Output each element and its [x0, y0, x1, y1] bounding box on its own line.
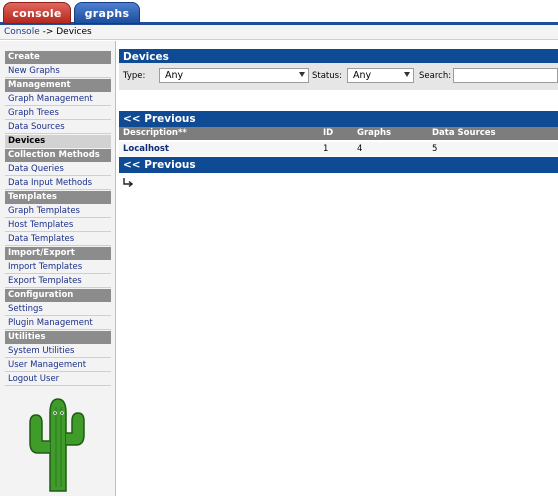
breadcrumb: Console -> Devices [0, 25, 558, 40]
device-data-sources: 5 [432, 144, 438, 154]
sidebar-item-data-sources[interactable]: Data Sources [5, 121, 111, 134]
menu-header-import-export: Import/Export [5, 247, 111, 260]
sidebar-item-graph-templates[interactable]: Graph Templates [5, 205, 111, 218]
chevron-down-icon [299, 72, 305, 77]
status-filter-label: Status: [312, 71, 342, 81]
filter-bar: Type: Any Status: Any Search: [119, 63, 558, 90]
status-filter-value: Any [353, 70, 372, 81]
main-panel: Devices Type: Any Status: Any Search: <<… [117, 41, 558, 496]
sidebar-item-graph-management[interactable]: Graph Management [5, 93, 111, 106]
sidebar-item-data-templates[interactable]: Data Templates [5, 233, 111, 246]
cactus-logo-icon [29, 398, 85, 492]
top-tab-bar: console graphs [0, 0, 558, 25]
device-link[interactable]: Localhost [123, 142, 169, 156]
column-graphs: Graphs [357, 128, 392, 138]
sidebar-item-settings[interactable]: Settings [5, 303, 111, 316]
tab-graphs[interactable]: graphs [74, 2, 140, 24]
previous-page-link[interactable]: << Previous [119, 111, 558, 127]
sidebar-item-logout-user[interactable]: Logout User [5, 373, 111, 386]
column-data-sources: Data Sources [432, 128, 496, 138]
sidebar-item-host-templates[interactable]: Host Templates [5, 219, 111, 232]
tab-console[interactable]: console [3, 2, 71, 24]
previous-page-link-bottom[interactable]: << Previous [119, 157, 558, 173]
sidebar-item-new-graphs[interactable]: New Graphs [5, 65, 111, 78]
menu-header-utilities: Utilities [5, 331, 111, 344]
sidebar: Create New Graphs Management Graph Manageme… [0, 41, 116, 496]
type-filter-value: Any [165, 70, 184, 81]
return-arrow-icon [123, 178, 133, 187]
menu-header-templates: Templates [5, 191, 111, 204]
menu-header-create: Create [5, 51, 111, 64]
type-filter-select[interactable]: Any [159, 68, 309, 83]
column-id: ID [323, 128, 334, 138]
table-header: Description** ID Graphs Data Sources [119, 127, 558, 140]
chevron-down-icon [404, 72, 410, 77]
column-description[interactable]: Description** [123, 127, 187, 140]
sidebar-item-data-input-methods[interactable]: Data Input Methods [5, 177, 111, 190]
sidebar-item-graph-trees[interactable]: Graph Trees [5, 107, 111, 120]
table-row: Localhost 1 4 5 [119, 142, 558, 156]
sidebar-menu: Create New Graphs Management Graph Manageme… [5, 51, 111, 387]
breadcrumb-current: Devices [56, 27, 92, 37]
device-id: 1 [323, 144, 329, 154]
sidebar-item-export-templates[interactable]: Export Templates [5, 275, 111, 288]
menu-header-configuration: Configuration [5, 289, 111, 302]
sidebar-item-data-queries[interactable]: Data Queries [5, 163, 111, 176]
sidebar-item-user-management[interactable]: User Management [5, 359, 111, 372]
sidebar-item-system-utilities[interactable]: System Utilities [5, 345, 111, 358]
device-graphs: 4 [357, 144, 363, 154]
menu-header-management: Management [5, 79, 111, 92]
status-filter-select[interactable]: Any [347, 68, 414, 83]
sidebar-item-import-templates[interactable]: Import Templates [5, 261, 111, 274]
menu-header-collection-methods: Collection Methods [5, 149, 111, 162]
sidebar-item-devices[interactable]: Devices [5, 135, 111, 148]
breadcrumb-separator: -> [39, 27, 57, 37]
breadcrumb-console-link[interactable]: Console [4, 27, 40, 37]
sidebar-item-plugin-management[interactable]: Plugin Management [5, 317, 111, 330]
search-label: Search: [419, 71, 452, 81]
search-input[interactable] [453, 68, 558, 83]
type-filter-label: Type: [123, 71, 146, 81]
